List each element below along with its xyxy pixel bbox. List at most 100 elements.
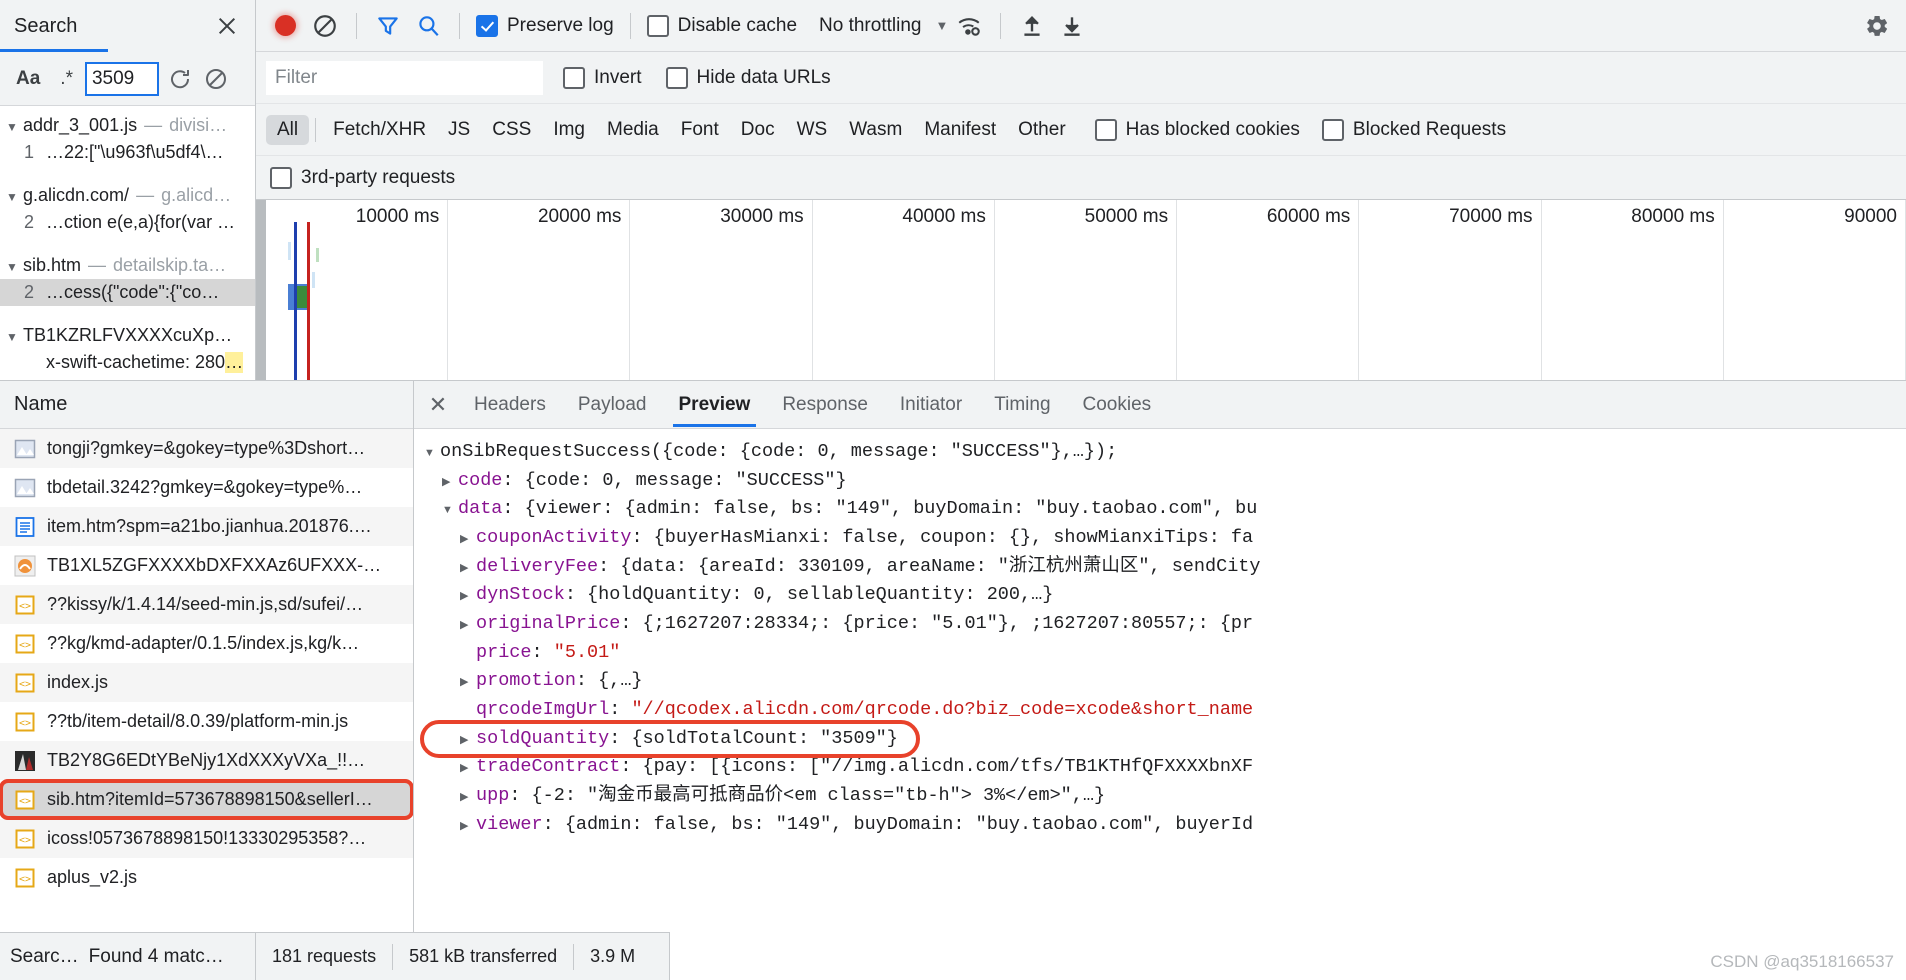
- search-result-file[interactable]: ▼ addr_3_001.js — divisi…: [0, 112, 255, 139]
- json-row-highlighted[interactable]: soldQuantity: {soldTotalCount: "3509"}: [420, 719, 1906, 758]
- search-result-file[interactable]: ▼ g.alicdn.com/ — g.alicd…: [0, 182, 255, 209]
- checkbox-box[interactable]: [665, 66, 688, 89]
- json-row[interactable]: originalPrice: {;1627207:28334;: {price:…: [424, 610, 1906, 639]
- table-row[interactable]: TB1XL5ZGFXXXXbDXFXXAz6UFXXX-…: [0, 546, 413, 585]
- third-party-requests-checkbox[interactable]: 3rd-party requests: [266, 166, 459, 189]
- type-chip-manifest[interactable]: Manifest: [913, 115, 1007, 145]
- table-row[interactable]: <> index.js: [0, 663, 413, 702]
- triangle-down-icon[interactable]: ▼: [6, 331, 20, 343]
- tab-headers[interactable]: Headers: [458, 383, 562, 427]
- triangle-right-icon[interactable]: [460, 588, 476, 605]
- json-row[interactable]: tradeContract: {pay: [{icons: ["//img.al…: [424, 753, 1906, 782]
- type-chip-media[interactable]: Media: [596, 115, 670, 145]
- type-chip-font[interactable]: Font: [670, 115, 730, 145]
- invert-checkbox[interactable]: Invert: [559, 66, 646, 89]
- json-row[interactable]: upp: {-2: "淘金币最高可抵商品价<em class="tb-h"> 3…: [424, 782, 1906, 811]
- type-chip-img[interactable]: Img: [542, 115, 596, 145]
- triangle-right-icon[interactable]: [460, 617, 476, 634]
- match-case-button[interactable]: Aa: [8, 66, 48, 91]
- search-result-file[interactable]: ▼ sib.htm — detailskip.ta…: [0, 252, 255, 279]
- search-result-match[interactable]: x-swift-cachetime: 280…: [0, 349, 255, 376]
- table-row[interactable]: tbdetail.3242?gmkey=&gokey=type%…: [0, 468, 413, 507]
- json-row[interactable]: price: "5.01": [424, 639, 1906, 668]
- table-row[interactable]: <> ??kg/kmd-adapter/0.1.5/index.js,kg/k…: [0, 624, 413, 663]
- network-conditions-icon[interactable]: [950, 7, 988, 45]
- json-row[interactable]: deliveryFee: {data: {areaId: 330109, are…: [424, 553, 1906, 582]
- tab-response[interactable]: Response: [766, 383, 884, 427]
- triangle-right-icon[interactable]: [460, 732, 476, 749]
- checkbox-box[interactable]: [563, 66, 585, 89]
- type-chip-css[interactable]: CSS: [481, 115, 542, 145]
- triangle-down-icon[interactable]: [424, 445, 440, 462]
- filter-input[interactable]: [266, 60, 543, 95]
- triangle-right-icon[interactable]: [442, 474, 458, 491]
- preserve-log-checkbox[interactable]: Preserve log: [472, 14, 618, 37]
- triangle-right-icon[interactable]: [460, 760, 476, 777]
- search-tab-title[interactable]: Search: [14, 15, 213, 38]
- table-row[interactable]: <> ??kissy/k/1.4.14/seed-min.js,sd/sufei…: [0, 585, 413, 624]
- triangle-down-icon[interactable]: ▼: [6, 261, 20, 273]
- json-row[interactable]: promotion: {,…}: [424, 667, 1906, 696]
- gear-icon[interactable]: [1858, 7, 1896, 45]
- type-chip-other[interactable]: Other: [1007, 115, 1077, 145]
- tab-timing[interactable]: Timing: [978, 383, 1066, 427]
- close-icon[interactable]: [213, 12, 241, 40]
- type-chip-all[interactable]: All: [266, 114, 310, 145]
- record-icon[interactable]: [266, 7, 304, 45]
- search-result-match[interactable]: 2 …ction e(e,a){for(var …: [0, 209, 255, 236]
- triangle-right-icon[interactable]: [460, 789, 476, 806]
- json-row[interactable]: qrcodeImgUrl: "//qcodex.alicdn.com/qrcod…: [424, 696, 1906, 725]
- checkbox-box[interactable]: [1321, 118, 1344, 141]
- type-chip-doc[interactable]: Doc: [730, 115, 786, 145]
- tab-preview[interactable]: Preview: [663, 383, 767, 427]
- search-result-file[interactable]: ▼ TB1KZRLFVXXXXcuXp…: [0, 322, 255, 349]
- json-row[interactable]: couponActivity: {buyerHasMianxi: false, …: [424, 524, 1906, 553]
- json-row[interactable]: code: {code: 0, message: "SUCCESS"}: [424, 467, 1906, 496]
- request-list-column-header[interactable]: Name: [0, 381, 413, 429]
- regex-button[interactable]: .*: [54, 65, 79, 93]
- refresh-icon[interactable]: [165, 64, 195, 94]
- close-icon[interactable]: ✕: [418, 385, 458, 425]
- hide-data-urls-checkbox[interactable]: Hide data URLs: [662, 66, 835, 89]
- disable-cache-checkbox[interactable]: Disable cache: [643, 14, 801, 37]
- export-har-icon[interactable]: [1053, 7, 1091, 45]
- network-overview-timeline[interactable]: 10000 ms 20000 ms 30000 ms 40000 ms 5000…: [256, 200, 1906, 380]
- overview-body[interactable]: 10000 ms 20000 ms 30000 ms 40000 ms 5000…: [266, 200, 1906, 380]
- triangle-right-icon[interactable]: [460, 674, 476, 691]
- json-row[interactable]: data: {viewer: {admin: false, bs: "149",…: [424, 495, 1906, 524]
- has-blocked-cookies-checkbox[interactable]: Has blocked cookies: [1091, 118, 1304, 141]
- checkbox-box[interactable]: [1094, 118, 1117, 141]
- filter-icon[interactable]: [369, 7, 407, 45]
- throttling-dropdown[interactable]: No throttling ▼: [819, 15, 948, 37]
- triangle-right-icon[interactable]: [460, 818, 476, 835]
- chevron-down-icon[interactable]: ▼: [935, 18, 948, 33]
- type-chip-ws[interactable]: WS: [786, 115, 839, 145]
- triangle-right-icon[interactable]: [460, 531, 476, 548]
- clear-icon[interactable]: [306, 7, 344, 45]
- triangle-down-icon[interactable]: ▼: [6, 121, 20, 133]
- tab-cookies[interactable]: Cookies: [1067, 383, 1168, 427]
- triangle-down-icon[interactable]: ▼: [6, 191, 20, 203]
- table-row[interactable]: tongji?gmkey=&gokey=type%3Dshort…: [0, 429, 413, 468]
- table-row[interactable]: item.htm?spm=a21bo.jianhua.201876.…: [0, 507, 413, 546]
- table-row[interactable]: <> aplus_v2.js: [0, 858, 413, 897]
- table-row[interactable]: TB2Y8G6EDtYBeNjy1XdXXXyVXa_!!…: [0, 741, 413, 780]
- type-chip-wasm[interactable]: Wasm: [838, 115, 913, 145]
- triangle-right-icon[interactable]: [460, 560, 476, 577]
- checkbox-box[interactable]: [270, 166, 292, 189]
- clear-search-icon[interactable]: [201, 64, 231, 94]
- tab-initiator[interactable]: Initiator: [884, 383, 978, 427]
- checkbox-box[interactable]: [646, 14, 669, 37]
- search-result-match[interactable]: 1 …22:["\u963f\u5df4\…: [0, 139, 255, 166]
- search-icon[interactable]: [409, 7, 447, 45]
- tab-payload[interactable]: Payload: [562, 383, 663, 427]
- import-har-icon[interactable]: [1013, 7, 1051, 45]
- search-result-match-selected[interactable]: 2 …cess({"code":{"co…: [0, 279, 255, 306]
- search-results-list[interactable]: ▼ addr_3_001.js — divisi… 1 …22:["\u963f…: [0, 106, 255, 380]
- json-row[interactable]: onSibRequestSuccess({code: {code: 0, mes…: [424, 438, 1906, 467]
- search-input[interactable]: [84, 61, 159, 96]
- triangle-down-icon[interactable]: [442, 502, 458, 519]
- type-chip-fetch-xhr[interactable]: Fetch/XHR: [322, 115, 437, 145]
- json-row[interactable]: dynStock: {holdQuantity: 0, sellableQuan…: [424, 581, 1906, 610]
- type-chip-js[interactable]: JS: [437, 115, 481, 145]
